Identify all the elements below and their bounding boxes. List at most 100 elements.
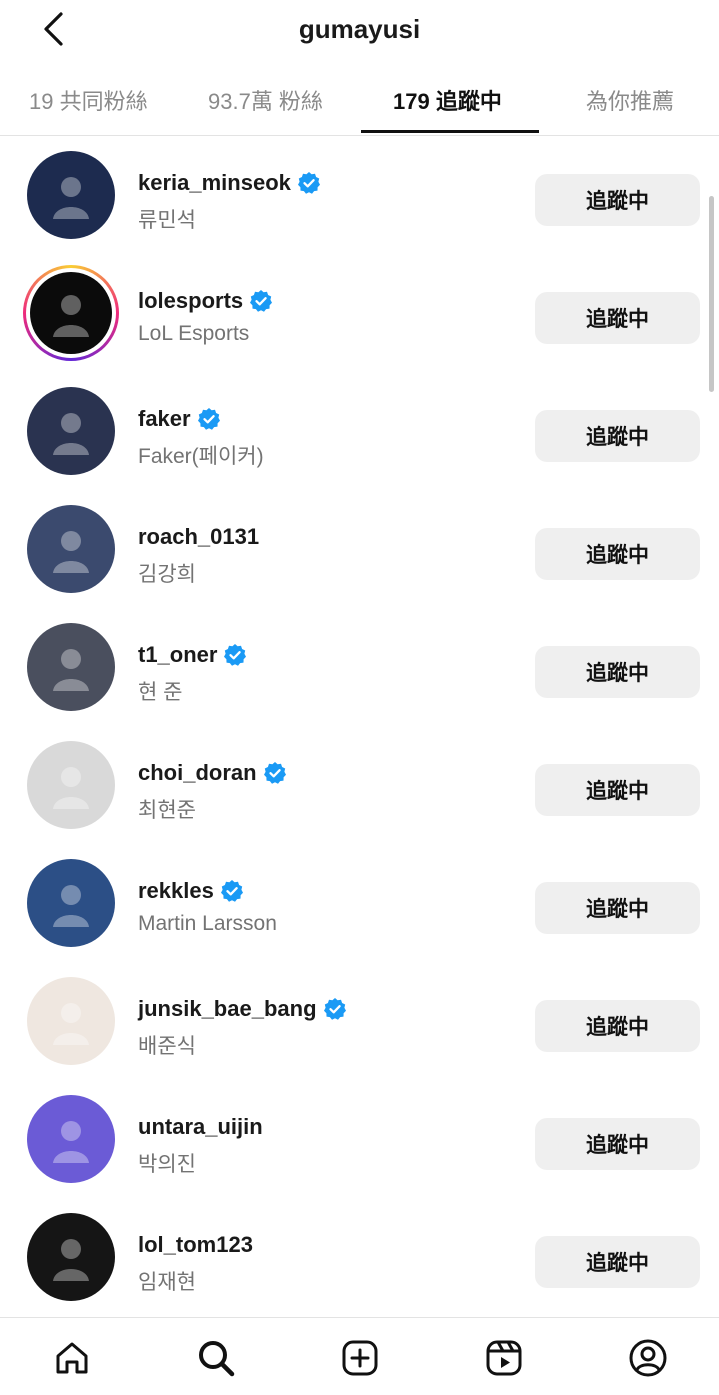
nav-reels[interactable] bbox=[482, 1336, 526, 1380]
full-name: 배준식 bbox=[138, 1035, 196, 1058]
list-item[interactable]: faker Faker(페이커) 追蹤中 bbox=[0, 372, 719, 490]
avatar-image bbox=[27, 387, 115, 475]
following-button[interactable]: 追蹤中 bbox=[535, 882, 700, 934]
avatar[interactable] bbox=[23, 501, 119, 597]
avatar[interactable] bbox=[23, 737, 119, 833]
list-item[interactable]: lol_tom123 임재현 追蹤中 bbox=[0, 1198, 719, 1316]
tab-bar: 19 共同粉絲 93.7萬 粉絲 179 追蹤中 為你推薦 bbox=[0, 70, 719, 136]
following-button[interactable]: 追蹤中 bbox=[535, 292, 700, 344]
avatar[interactable] bbox=[23, 265, 119, 361]
active-tab-indicator bbox=[361, 130, 539, 133]
home-icon bbox=[56, 1342, 88, 1374]
username[interactable]: keria_minseok bbox=[138, 170, 291, 196]
full-name: 임재현 bbox=[138, 1271, 196, 1294]
following-button[interactable]: 追蹤中 bbox=[535, 764, 700, 816]
list-item[interactable]: untara_uijin 박의진 追蹤中 bbox=[0, 1080, 719, 1198]
username-line: junsik_bae_bang bbox=[138, 994, 347, 1024]
avatar-image bbox=[27, 741, 115, 829]
following-button[interactable]: 追蹤中 bbox=[535, 1118, 700, 1170]
username-line: roach_0131 bbox=[138, 522, 259, 552]
avatar[interactable] bbox=[23, 973, 119, 1069]
following-button[interactable]: 追蹤中 bbox=[535, 410, 700, 462]
tab-followers[interactable]: 93.7萬 粉絲 bbox=[208, 84, 323, 116]
username[interactable]: t1_oner bbox=[138, 642, 217, 668]
nav-create[interactable] bbox=[338, 1336, 382, 1380]
avatar[interactable] bbox=[23, 147, 119, 243]
verified-badge-icon bbox=[323, 997, 347, 1021]
username[interactable]: lolesports bbox=[138, 288, 243, 314]
avatar-placeholder-icon bbox=[27, 151, 115, 239]
bottom-nav bbox=[0, 1317, 719, 1395]
following-button[interactable]: 追蹤中 bbox=[535, 174, 700, 226]
scrollbar[interactable] bbox=[709, 196, 714, 392]
header: gumayusi bbox=[0, 0, 719, 58]
avatar-image bbox=[30, 272, 112, 354]
list-item[interactable]: keria_minseok 류민석 追蹤中 bbox=[0, 136, 719, 254]
full-name: 최현준 bbox=[138, 799, 196, 822]
username-line: lol_tom123 bbox=[138, 1230, 253, 1260]
username[interactable]: lol_tom123 bbox=[138, 1232, 253, 1258]
reels-icon bbox=[486, 1340, 522, 1376]
avatar-image bbox=[27, 1213, 115, 1301]
avatar-placeholder-icon bbox=[27, 1095, 115, 1183]
profile-icon bbox=[629, 1339, 667, 1377]
username-line: untara_uijin bbox=[138, 1112, 263, 1142]
verified-badge-icon bbox=[197, 407, 221, 431]
avatar-image bbox=[27, 151, 115, 239]
following-button[interactable]: 追蹤中 bbox=[535, 646, 700, 698]
create-icon bbox=[342, 1340, 378, 1376]
username[interactable]: untara_uijin bbox=[138, 1114, 263, 1140]
avatar[interactable] bbox=[23, 619, 119, 715]
nav-home[interactable] bbox=[50, 1336, 94, 1380]
list-item[interactable]: choi_doran 최현준 追蹤中 bbox=[0, 726, 719, 844]
full-name: 현 준 bbox=[138, 681, 183, 704]
avatar-image bbox=[27, 623, 115, 711]
following-list: keria_minseok 류민석 追蹤中 lolesports LoL Esports… bbox=[0, 136, 719, 1316]
avatar-placeholder-icon bbox=[27, 741, 115, 829]
nav-profile[interactable] bbox=[626, 1336, 670, 1380]
list-item[interactable]: lolesports LoL Esports 追蹤中 bbox=[0, 254, 719, 372]
avatar-image bbox=[27, 859, 115, 947]
full-name: Martin Larsson bbox=[138, 912, 277, 935]
nav-search[interactable] bbox=[194, 1336, 238, 1380]
search-icon bbox=[199, 1341, 235, 1377]
following-button[interactable]: 追蹤中 bbox=[535, 1236, 700, 1288]
verified-badge-icon bbox=[249, 289, 273, 313]
avatar-image bbox=[27, 977, 115, 1065]
list-item[interactable]: junsik_bae_bang 배준식 追蹤中 bbox=[0, 962, 719, 1080]
full-name: LoL Esports bbox=[138, 322, 250, 345]
following-button[interactable]: 追蹤中 bbox=[535, 1000, 700, 1052]
avatar[interactable] bbox=[23, 1209, 119, 1305]
username-line: keria_minseok bbox=[138, 168, 321, 198]
avatar-image bbox=[27, 505, 115, 593]
avatar-placeholder-icon bbox=[27, 505, 115, 593]
verified-badge-icon bbox=[220, 879, 244, 903]
username-line: rekkles bbox=[138, 876, 244, 906]
tab-following[interactable]: 179 追蹤中 bbox=[393, 84, 502, 116]
username-line: faker bbox=[138, 404, 221, 434]
avatar-placeholder-icon bbox=[27, 1213, 115, 1301]
following-button[interactable]: 追蹤中 bbox=[535, 528, 700, 580]
username-line: lolesports bbox=[138, 286, 273, 316]
avatar[interactable] bbox=[23, 1091, 119, 1187]
list-item[interactable]: rekkles Martin Larsson 追蹤中 bbox=[0, 844, 719, 962]
full-name: 박의진 bbox=[138, 1153, 196, 1176]
username[interactable]: junsik_bae_bang bbox=[138, 996, 317, 1022]
avatar-placeholder-icon bbox=[30, 272, 112, 354]
avatar[interactable] bbox=[23, 383, 119, 479]
page-title: gumayusi bbox=[298, 14, 421, 44]
full-name: Faker(페이커) bbox=[138, 445, 264, 468]
tab-mutual-followers[interactable]: 19 共同粉絲 bbox=[29, 84, 148, 116]
list-item[interactable]: t1_oner 현 준 追蹤中 bbox=[0, 608, 719, 726]
tab-suggested[interactable]: 為你推薦 bbox=[586, 84, 674, 116]
avatar-placeholder-icon bbox=[27, 859, 115, 947]
username[interactable]: rekkles bbox=[138, 878, 214, 904]
username[interactable]: roach_0131 bbox=[138, 524, 259, 550]
avatar[interactable] bbox=[23, 855, 119, 951]
username[interactable]: choi_doran bbox=[138, 760, 257, 786]
list-item[interactable]: roach_0131 김강희 追蹤中 bbox=[0, 490, 719, 608]
full-name: 류민석 bbox=[138, 209, 196, 232]
username[interactable]: faker bbox=[138, 406, 191, 432]
full-name: 김강희 bbox=[138, 563, 196, 586]
username-line: choi_doran bbox=[138, 758, 287, 788]
